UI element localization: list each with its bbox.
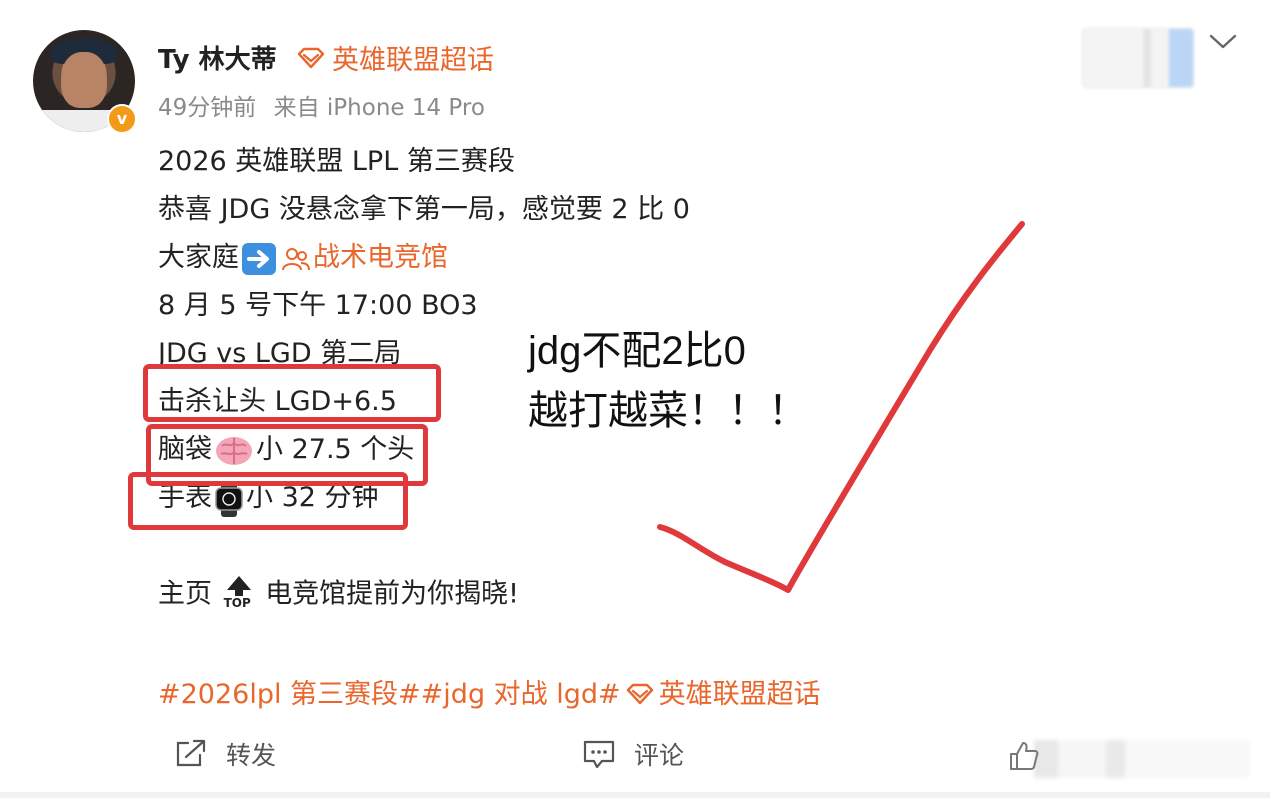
thumbs-up-icon[interactable] — [1008, 740, 1040, 772]
comment-label: 评论 — [634, 741, 685, 770]
content-line-9: 主页 TOP 电竞馆提前为你揭晓! — [158, 575, 519, 615]
highlight-box-watch — [128, 472, 408, 530]
post-source[interactable]: 来自 iPhone 14 Pro — [274, 95, 485, 121]
repost-label: 转发 — [226, 741, 277, 770]
supertopic-link[interactable]: 英雄联盟超话 — [296, 38, 494, 77]
supertopic-label: 英雄联盟超话 — [332, 45, 494, 76]
repost-button[interactable]: 转发 — [174, 736, 276, 772]
home-text: 主页 — [158, 578, 212, 610]
content-line-2: 恭喜 JDG 没悬念拿下第一局，感觉要 2 比 0 — [158, 194, 690, 225]
verified-v-icon: v — [107, 104, 137, 134]
content-line-1: 2026 英雄联盟 LPL 第三赛段 — [158, 146, 515, 177]
hashtags[interactable]: #2026lpl 第三赛段##jdg 对战 lgd# 英雄联盟超话 — [158, 672, 821, 711]
diamond-icon — [297, 47, 325, 68]
top-arrow-emoji: TOP — [223, 575, 255, 615]
content-line-3: 大家庭 战术电竞馆 — [158, 239, 448, 277]
hashtag-supertopic[interactable]: 英雄联盟超话 — [659, 679, 821, 710]
like-area-blurred — [1010, 740, 1250, 778]
bigfamily-link[interactable]: 战术电竞馆 — [313, 242, 448, 273]
group-people-icon — [282, 247, 310, 270]
bottom-divider — [0, 792, 1270, 798]
follow-button-blurred[interactable] — [1082, 28, 1194, 88]
share-icon — [176, 739, 206, 767]
content-line-4: 8 月 5 号下午 17:00 BO3 — [158, 290, 478, 321]
post-meta: 49分钟前 来自 iPhone 14 Pro — [158, 88, 485, 122]
bigfamily-text: 大家庭 — [158, 242, 239, 273]
highlight-box-kills — [143, 364, 441, 422]
username[interactable]: Ty 林大蒂 — [158, 39, 277, 76]
hashtag-text[interactable]: #2026lpl 第三赛段##jdg 对战 lgd# — [158, 679, 621, 710]
comment-icon — [583, 740, 615, 769]
chevron-down-icon[interactable] — [1206, 28, 1240, 54]
home-suffix: 电竞馆提前为你揭晓! — [265, 578, 520, 610]
diamond-icon — [626, 683, 653, 705]
comment-button[interactable]: 评论 — [582, 736, 684, 772]
post-time: 49分钟前 — [158, 95, 257, 121]
right-arrow-emoji — [242, 242, 276, 275]
red-checkmark-annotation — [657, 221, 1025, 593]
